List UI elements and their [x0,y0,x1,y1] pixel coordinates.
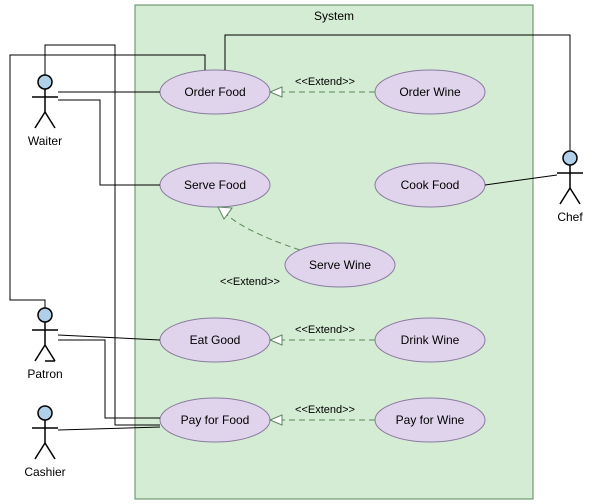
actor-cashier-label: Cashier [24,465,65,479]
usecase-serve-wine-label: Serve Wine [309,258,371,272]
usecase-drink-wine-label: Drink Wine [401,333,460,347]
usecase-eat-good-label: Eat Good [190,333,241,347]
actor-patron: Patron [27,308,62,381]
usecase-order-food-label: Order Food [184,85,245,99]
use-case-diagram: System Order Food Order Wine Serve Food … [0,0,593,504]
usecase-serve-food-label: Serve Food [184,178,246,192]
actor-cashier: Cashier [24,406,65,479]
actor-waiter-label: Waiter [28,134,62,148]
actor-patron-label: Patron [27,367,62,381]
usecase-order-wine-label: Order Wine [399,85,461,99]
actor-chef-label: Chef [557,210,583,224]
actor-chef: Chef [557,151,583,224]
actor-waiter: Waiter [28,75,62,148]
extend-label-3: <<Extend>> [295,324,355,336]
system-label: System [314,9,354,23]
usecase-pay-for-food-label: Pay for Food [181,413,250,427]
usecase-pay-for-wine-label: Pay for Wine [396,413,465,427]
extend-label-1: <<Extend>> [295,76,355,88]
usecase-cook-food-label: Cook Food [401,178,460,192]
extend-label-4: <<Extend>> [295,404,355,416]
extend-label-2: <<Extend>> [220,276,280,288]
